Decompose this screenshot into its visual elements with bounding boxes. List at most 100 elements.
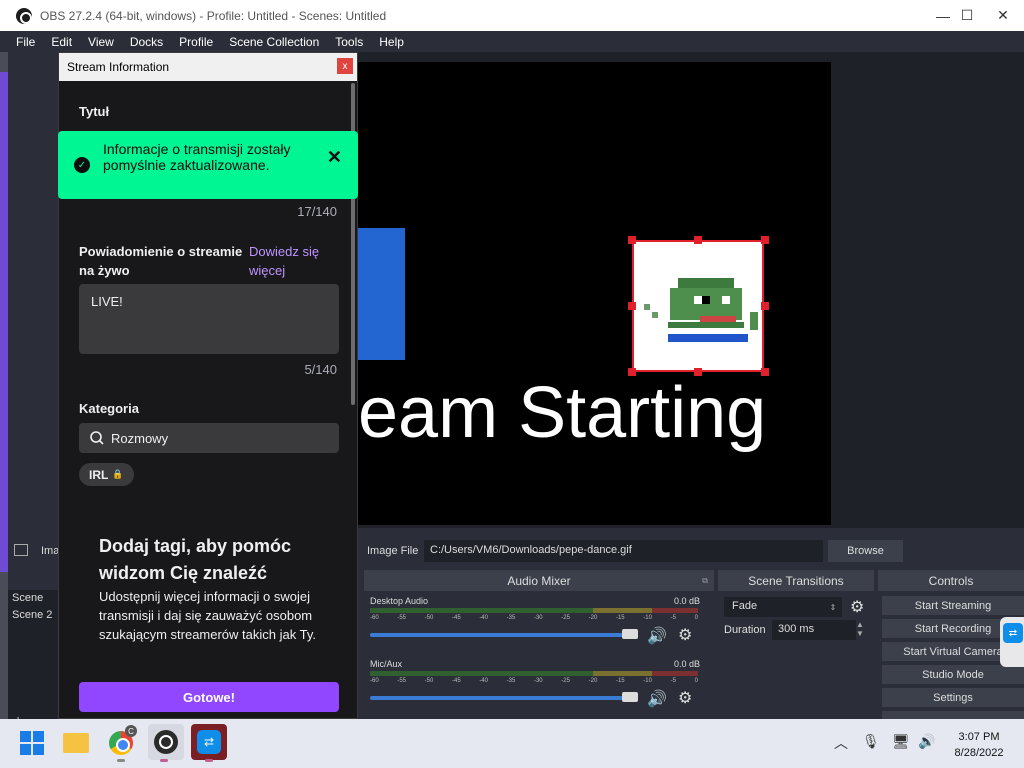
volume-slider[interactable] — [370, 633, 632, 637]
resize-handle[interactable] — [694, 368, 702, 376]
gear-icon[interactable]: ⚙ — [678, 688, 692, 708]
menu-tools[interactable]: Tools — [327, 35, 371, 49]
tags-heading: Dodaj tagi, aby pomóc widzom Cię znaleźć — [99, 536, 292, 583]
teamviewer-panel-tab[interactable]: ⇄ — [1000, 617, 1024, 667]
volume-slider[interactable] — [370, 696, 632, 700]
microphone-icon[interactable]: 🎙 — [862, 733, 880, 750]
folder-shape — [63, 733, 89, 753]
menu-scene-collection[interactable]: Scene Collection — [221, 35, 327, 49]
speaker-icon[interactable]: 🔊 — [647, 626, 667, 646]
scale-tick: -60 — [370, 678, 379, 684]
scale-tick: -20 — [588, 678, 598, 684]
notification-textarea[interactable]: LIVE! — [79, 284, 339, 354]
scale-tick: -55 — [397, 615, 406, 621]
channel-name: Desktop Audio — [370, 596, 429, 606]
resize-handle[interactable] — [628, 368, 636, 376]
toast-close-button[interactable]: ✕ — [327, 147, 342, 168]
speaker-icon[interactable]: 🔊 — [647, 689, 667, 709]
category-value: Rozmowy — [111, 430, 169, 446]
title-label: Tytuł — [79, 104, 110, 119]
studio-mode-button[interactable]: Studio Mode — [882, 665, 1024, 684]
resize-handle[interactable] — [628, 236, 636, 244]
pepe-frog-icon — [644, 278, 758, 342]
network-icon[interactable]: 🖥 — [892, 733, 910, 750]
browse-button[interactable]: Browse — [828, 540, 903, 562]
undock-icon[interactable]: ⧉ — [702, 576, 708, 586]
done-button[interactable]: Gotowe! — [79, 682, 339, 712]
scale-tick: -10 — [643, 615, 652, 621]
scale-tick: -35 — [506, 678, 516, 684]
start-tile — [20, 731, 31, 742]
windows-start-icon[interactable] — [18, 729, 46, 757]
stream-starting-text[interactable]: eam Starting — [358, 372, 766, 454]
menu-docks[interactable]: Docks — [122, 35, 171, 49]
duration-field[interactable]: 300 ms — [772, 620, 856, 640]
clock[interactable]: 3:07 PM 8/28/2022 — [946, 729, 1012, 761]
channel-db: 0.0 dB — [673, 596, 700, 606]
menu-bar: File Edit View Docks Profile Scene Colle… — [0, 31, 1024, 52]
close-window-button[interactable]: ✕ — [980, 0, 1024, 31]
success-toast: ✓ Informacje o transmisji zostały pomyśl… — [58, 131, 358, 199]
exit-button[interactable] — [882, 711, 1024, 719]
controls-title: Controls — [928, 573, 974, 588]
volume-slider-knob[interactable] — [622, 629, 638, 639]
chevron-up-icon[interactable]: ︿ — [834, 733, 848, 753]
notification-label: Powiadomienie o streamie na żywo — [79, 244, 243, 278]
scale-tick: -5 — [670, 615, 676, 621]
menu-edit[interactable]: Edit — [43, 35, 80, 49]
menu-view[interactable]: View — [80, 35, 122, 49]
channel-db: 0.0 dB — [673, 659, 700, 669]
category-search-input[interactable]: Rozmowy — [79, 423, 339, 453]
settings-button[interactable]: Settings — [882, 688, 1024, 707]
resize-handle[interactable] — [628, 302, 636, 310]
scenes-list: Scene Scene 2 — [8, 590, 58, 719]
volume-icon[interactable]: 🔊 — [918, 733, 935, 750]
start-tile — [33, 744, 44, 755]
start-streaming-button[interactable]: Start Streaming — [882, 596, 1024, 615]
scale-tick: -30 — [533, 678, 543, 684]
pepe-image-source[interactable] — [632, 240, 764, 372]
app-running-indicator — [205, 759, 213, 762]
resize-handle[interactable] — [694, 236, 702, 244]
preview-canvas[interactable]: eam Starting — [358, 62, 831, 525]
scene-item[interactable]: Scene 2 — [8, 607, 58, 624]
gear-icon[interactable]: ⚙ — [678, 625, 692, 645]
menu-file[interactable]: File — [0, 35, 43, 49]
scene-transitions-panel: Fade ⇕ ⚙ Duration 300 ms ▲ ▼ — [718, 591, 874, 719]
resize-handle[interactable] — [761, 368, 769, 376]
resize-handle[interactable] — [761, 302, 769, 310]
learn-more-link[interactable]: Dowiedz się więcej — [249, 242, 339, 280]
menu-profile[interactable]: Profile — [171, 35, 221, 49]
meter-scale: -60 -55 -50 -45 -40 -35 -30 -25 -20 -15 -10 -5 0 — [370, 678, 698, 684]
image-file-path-field[interactable]: C:/Users/VM6/Downloads/pepe-dance.gif — [424, 540, 823, 562]
scale-tick: 0 — [694, 678, 698, 684]
chrome-icon[interactable]: C — [107, 725, 137, 757]
resize-handle[interactable] — [761, 236, 769, 244]
chevron-updown-icon[interactable]: ⇕ — [824, 597, 842, 617]
dialog-header: Stream Information x — [59, 53, 357, 81]
scale-tick: -25 — [561, 678, 570, 684]
image-file-label: Image File — [367, 545, 419, 557]
teamviewer-icon: ⇄ — [1003, 623, 1023, 643]
start-tile — [33, 731, 44, 742]
blue-source[interactable] — [358, 228, 405, 360]
tag-chip[interactable]: IRL 🔒 — [79, 463, 134, 486]
teamviewer-taskbar-icon[interactable]: ⇄ — [191, 724, 227, 760]
duration-label: Duration — [724, 624, 766, 636]
source-name-truncated: Ima — [41, 545, 60, 557]
lock-icon: 🔒 — [112, 469, 124, 479]
left-dock-edge — [0, 52, 8, 719]
spin-arrows-icon[interactable]: ▲ ▼ — [856, 620, 864, 638]
menu-help[interactable]: Help — [371, 35, 412, 49]
file-explorer-icon[interactable] — [62, 729, 90, 757]
gear-icon[interactable]: ⚙ — [850, 597, 864, 617]
obs-logo-icon — [16, 7, 32, 24]
obs-taskbar-icon[interactable] — [148, 724, 184, 760]
scale-tick: -15 — [615, 678, 625, 684]
volume-meter — [370, 671, 698, 676]
dialog-close-button[interactable]: x — [337, 58, 353, 74]
scene-item[interactable]: Scene — [8, 590, 58, 607]
scale-tick: -15 — [615, 615, 625, 621]
scene-transitions-title: Scene Transitions — [748, 573, 844, 588]
volume-slider-knob[interactable] — [622, 692, 638, 702]
